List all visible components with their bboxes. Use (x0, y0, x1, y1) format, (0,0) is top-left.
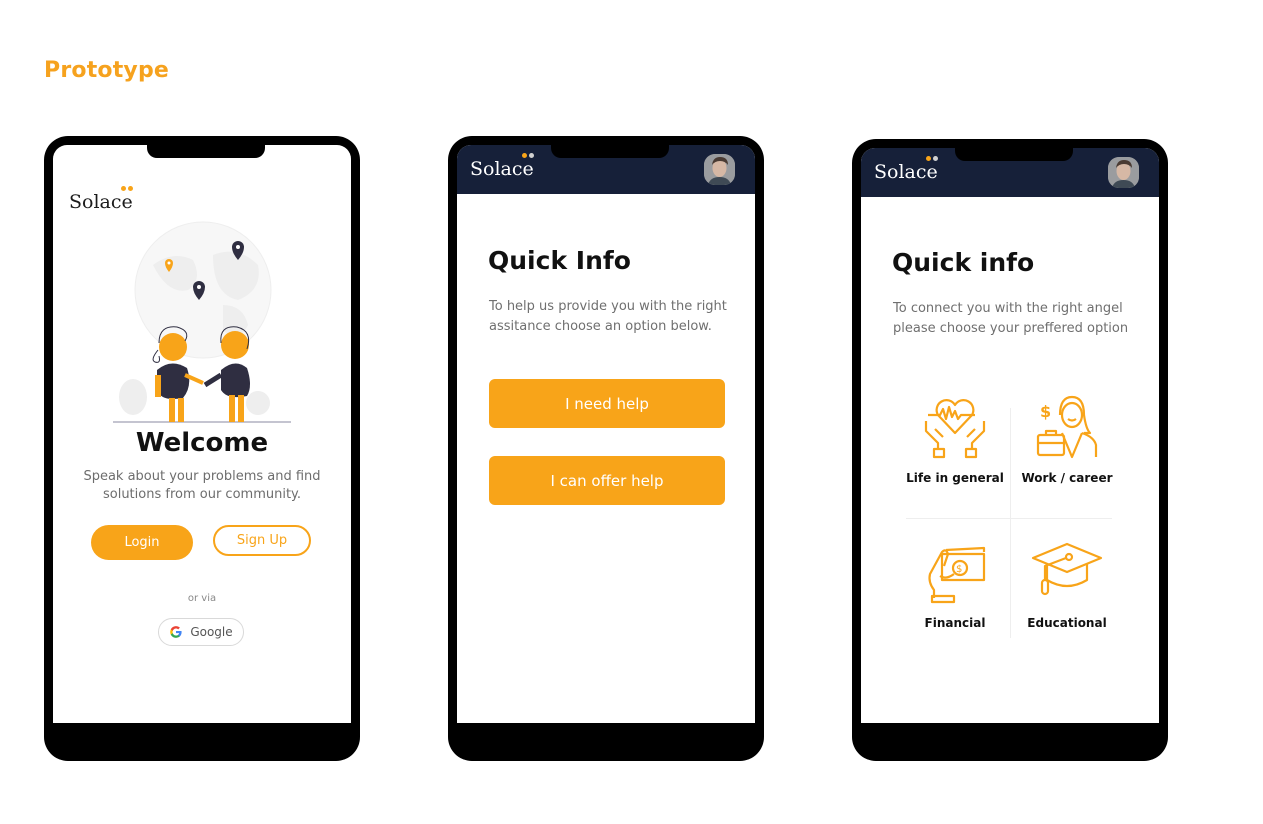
phone-category-screen: Solace Quick info To connect you with th… (852, 139, 1168, 761)
quick-info-description: To connect you with the right angel plea… (893, 301, 1129, 336)
phone-quick-info-screen: Solace Quick Info To help us provide you… (448, 136, 764, 761)
businesswoman-icon: $ (1036, 395, 1098, 459)
solace-logo[interactable]: Solace (874, 156, 938, 183)
quick-info-title: Quick Info (488, 246, 631, 275)
solace-logo: Solace (69, 186, 133, 213)
heart-hands-icon (924, 399, 986, 459)
phone-welcome-screen: Solace Welcome Speak about your problems… (44, 136, 360, 761)
welcome-subtitle: Speak about your problems and find solut… (83, 469, 321, 502)
google-signin-button[interactable]: Google (158, 618, 244, 646)
handshake-globe-illustration (113, 221, 291, 423)
need-help-button[interactable]: I need help (489, 379, 725, 428)
logo-text: Solace (470, 158, 534, 180)
category-screen: Solace Quick info To connect you with th… (861, 148, 1159, 723)
welcome-screen: Solace Welcome Speak about your problems… (53, 145, 351, 723)
google-icon (170, 626, 182, 638)
category-grid: Life in general $ Work / career $ Financ… (901, 393, 1117, 638)
welcome-heading: Welcome (135, 428, 269, 458)
google-label: Google (190, 625, 233, 639)
quick-info-screen: Solace Quick Info To help us provide you… (457, 145, 755, 723)
category-work-career[interactable]: $ Work / career (1013, 393, 1121, 485)
user-avatar[interactable] (1108, 157, 1139, 188)
grid-divider (906, 518, 1112, 519)
category-label: Life in general (906, 471, 1004, 485)
category-financial[interactable]: $ Financial (901, 538, 1009, 630)
login-button[interactable]: Login (91, 525, 193, 560)
phone-notch (147, 136, 265, 158)
category-label: Educational (1027, 616, 1107, 630)
category-label: Financial (924, 616, 986, 630)
svg-text:$: $ (956, 564, 962, 575)
svg-text:$: $ (1040, 402, 1051, 421)
logo-text: Solace (69, 191, 133, 213)
category-life-in-general[interactable]: Life in general (901, 393, 1009, 485)
grid-divider (1010, 408, 1011, 638)
phone-notch (955, 139, 1073, 161)
signup-button[interactable]: Sign Up (213, 525, 311, 556)
quick-info-title: Quick info (892, 248, 1035, 277)
avatar-photo (1108, 157, 1139, 188)
graduation-cap-icon (1031, 542, 1103, 596)
solace-logo[interactable]: Solace (470, 153, 534, 180)
category-label: Work / career (1021, 471, 1113, 485)
money-hand-icon: $ (928, 546, 986, 604)
quick-info-description: To help us provide you with the right as… (489, 299, 727, 334)
or-via-label: or via (187, 593, 217, 604)
user-avatar[interactable] (704, 154, 735, 185)
phone-notch (551, 136, 669, 158)
page-title: Prototype (44, 58, 170, 83)
logo-text: Solace (874, 161, 938, 183)
avatar-photo (704, 154, 735, 185)
offer-help-button[interactable]: I can offer help (489, 456, 725, 505)
category-educational[interactable]: Educational (1013, 538, 1121, 630)
